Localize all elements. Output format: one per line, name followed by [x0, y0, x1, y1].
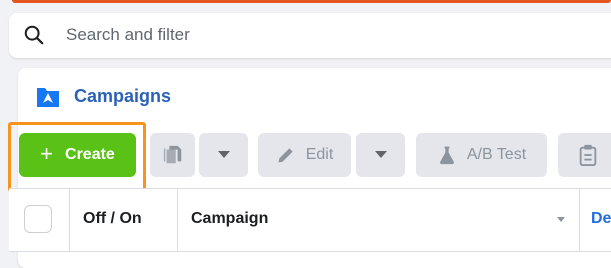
- campaigns-title: Campaigns: [74, 85, 172, 106]
- duplicate-button[interactable]: [150, 133, 195, 177]
- campaign-folder-icon: [37, 88, 59, 107]
- edit-dropdown-button[interactable]: [356, 133, 405, 177]
- clipboard-icon: [579, 144, 597, 166]
- edit-button[interactable]: Edit: [258, 133, 351, 177]
- chevron-down-icon: [374, 151, 387, 158]
- column-divider: [177, 189, 178, 251]
- edit-label: Edit: [305, 146, 334, 163]
- create-highlight-box: [8, 122, 146, 192]
- flask-icon: [439, 146, 454, 165]
- pencil-icon: [278, 148, 293, 163]
- chevron-down-icon: [217, 151, 230, 158]
- ab-test-button[interactable]: A/B Test: [416, 133, 547, 177]
- column-divider: [69, 189, 70, 251]
- duplicate-icon: [163, 145, 181, 164]
- table-header-row: Off / On Campaign De: [9, 188, 611, 252]
- header-campaign[interactable]: Campaign: [191, 210, 268, 228]
- top-accent-bar: [12, 0, 611, 3]
- search-filter-bar[interactable]: Search and filter: [9, 13, 611, 58]
- panel-title: Campaigns: [36, 84, 171, 108]
- ab-test-label: A/B Test: [466, 146, 527, 163]
- report-button[interactable]: [558, 133, 611, 177]
- duplicate-dropdown-button[interactable]: [199, 133, 248, 177]
- header-delivery[interactable]: De: [591, 210, 611, 228]
- header-off-on[interactable]: Off / On: [83, 210, 142, 228]
- search-placeholder: Search and filter: [66, 25, 190, 44]
- select-all-checkbox[interactable]: [24, 205, 52, 233]
- sort-caret-icon[interactable]: [557, 217, 565, 222]
- search-icon: [24, 25, 44, 45]
- column-divider: [579, 189, 580, 251]
